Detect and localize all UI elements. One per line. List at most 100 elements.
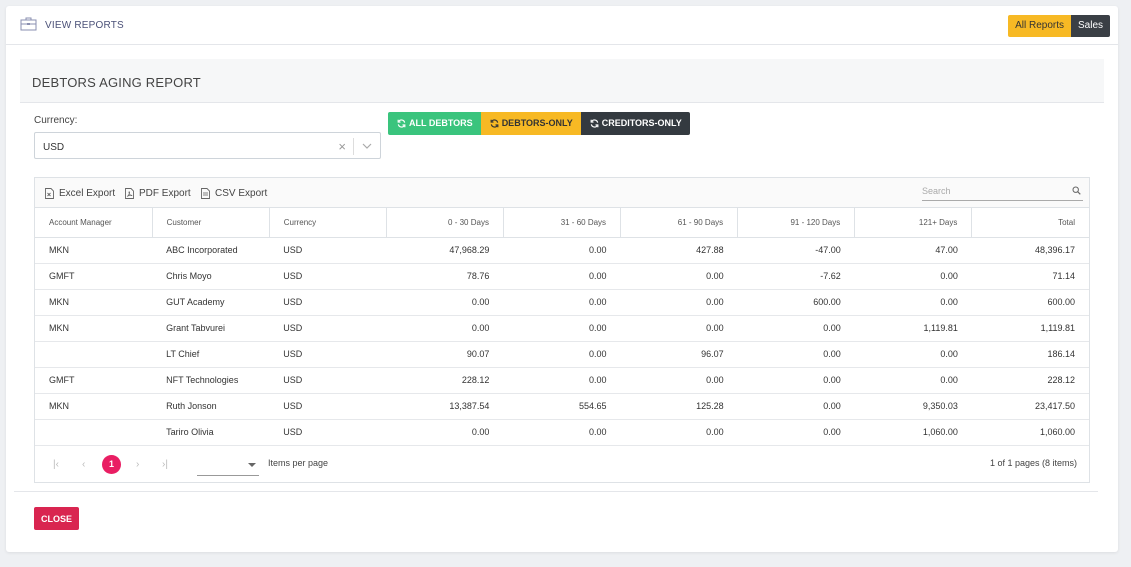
table-cell — [35, 341, 153, 368]
table-cell: 0.00 — [737, 419, 855, 446]
debtor-filter-group: ALL DEBTORS DEBTORS-ONLY CREDITORS-ONLY — [388, 112, 690, 135]
last-page-icon[interactable]: ›| — [162, 459, 168, 470]
table-cell: MKN — [35, 315, 153, 342]
table-cell: ABC Incorporated — [152, 237, 270, 264]
column-header[interactable]: 31 - 60 Days — [502, 208, 621, 238]
table-row[interactable]: MKN ABC Incorporated USD 47,968.29 0.00 427.8… — [35, 237, 1089, 264]
table-cell: 0.00 — [503, 289, 621, 316]
all-debtors-label: ALL DEBTORS — [409, 118, 473, 128]
search-input[interactable] — [922, 183, 1067, 199]
column-header[interactable]: Account Manager — [35, 208, 153, 238]
items-per-page-select[interactable] — [197, 456, 259, 476]
first-page-icon[interactable]: |‹ — [53, 459, 59, 470]
table-cell: 0.00 — [620, 419, 738, 446]
pager-info: 1 of 1 pages (8 items) — [989, 458, 1077, 468]
all-debtors-button[interactable]: ALL DEBTORS — [388, 112, 481, 135]
select-separator — [353, 138, 354, 155]
table-row[interactable]: MKN Grant Tabvurei USD 0.00 0.00 0.00 0.00 1,11… — [35, 315, 1089, 342]
table-cell: USD — [269, 237, 387, 264]
search-icon[interactable] — [1072, 186, 1081, 195]
table-row[interactable]: LT Chief USD 90.07 0.00 96.07 0.00 0.00 186.14 — [35, 341, 1089, 368]
table-cell: 71.14 — [971, 263, 1089, 290]
close-button[interactable]: CLOSE — [34, 507, 79, 530]
table-cell: 228.12 — [971, 367, 1089, 394]
column-header[interactable]: 121+ Days — [854, 208, 972, 238]
grid-search — [922, 183, 1083, 201]
excel-export-label: Excel Export — [59, 188, 116, 199]
tab-all-reports[interactable]: All Reports — [1008, 15, 1071, 37]
report-title: DEBTORS AGING REPORT — [32, 75, 201, 90]
table-cell: 13,387.54 — [386, 393, 504, 420]
table-cell: 1,060.00 — [854, 419, 972, 446]
table-cell — [35, 419, 153, 446]
table-cell: MKN — [35, 237, 153, 264]
table-cell: -47.00 — [737, 237, 855, 264]
table-cell: 0.00 — [503, 263, 621, 290]
table-cell: GMFT — [35, 263, 153, 290]
tab-sales[interactable]: Sales — [1070, 15, 1110, 37]
csv-file-icon — [201, 188, 210, 199]
column-header[interactable]: Currency — [268, 208, 387, 238]
table-cell: GMFT — [35, 367, 153, 394]
csv-export-label: CSV Export — [215, 188, 268, 199]
table-cell: 186.14 — [971, 341, 1089, 368]
table-cell: 0.00 — [620, 289, 738, 316]
table-cell: 0.00 — [503, 341, 621, 368]
table-cell: 600.00 — [971, 289, 1089, 316]
items-per-page-label: Items per page — [268, 458, 329, 468]
csv-export-button[interactable]: CSV Export — [201, 188, 267, 199]
current-page-button[interactable]: 1 — [102, 455, 121, 474]
table-cell: MKN — [35, 393, 153, 420]
table-cell: 0.00 — [854, 341, 972, 368]
table-row[interactable]: GMFT Chris Moyo USD 78.76 0.00 0.00 -7.62 0.00 7… — [35, 263, 1089, 290]
table-row[interactable]: MKN GUT Academy USD 0.00 0.00 0.00 600.00 0.00 6… — [35, 289, 1089, 316]
column-header[interactable]: 0 - 30 Days — [385, 208, 504, 238]
report-tabs: All Reports Sales — [1008, 15, 1110, 37]
table-cell: 0.00 — [386, 315, 504, 342]
table-cell: 0.00 — [620, 263, 738, 290]
table-cell: 90.07 — [386, 341, 504, 368]
next-page-icon[interactable]: › — [136, 459, 139, 470]
column-header[interactable]: Total — [971, 208, 1089, 238]
table-cell: Chris Moyo — [152, 263, 270, 290]
chevron-down-icon[interactable] — [362, 143, 372, 149]
top-bar: VIEW REPORTS All Reports Sales — [6, 6, 1118, 45]
pdf-export-button[interactable]: PDF Export — [125, 188, 191, 199]
table-cell: 96.07 — [620, 341, 738, 368]
column-header[interactable]: 61 - 90 Days — [620, 208, 738, 238]
table-cell: 0.00 — [620, 367, 738, 394]
prev-page-icon[interactable]: ‹ — [82, 459, 85, 470]
aging-grid: Excel Export PDF Export CSV Export Accou… — [34, 177, 1090, 483]
clear-icon[interactable]: × — [338, 139, 346, 154]
table-row[interactable]: MKN Ruth Jonson USD 13,387.54 554.65 125.28 0.… — [35, 393, 1089, 420]
table-row[interactable]: Tariro Olivia USD 0.00 0.00 0.00 0.00 1,060.00… — [35, 419, 1089, 446]
table-cell: 1,119.81 — [854, 315, 972, 342]
refresh-icon — [397, 119, 406, 128]
column-header[interactable]: 91 - 120 Days — [737, 208, 855, 238]
aging-table: Account Manager Customer Currency 0 - 30… — [35, 208, 1089, 446]
table-cell: 0.00 — [503, 419, 621, 446]
creditors-only-button[interactable]: CREDITORS-ONLY — [580, 112, 690, 135]
refresh-icon — [590, 119, 599, 128]
table-cell: 0.00 — [620, 315, 738, 342]
table-cell: 0.00 — [737, 341, 855, 368]
currency-select[interactable]: USD × — [34, 132, 381, 159]
table-cell: 0.00 — [737, 315, 855, 342]
table-cell: 0.00 — [854, 263, 972, 290]
table-cell: 78.76 — [386, 263, 504, 290]
debtors-only-button[interactable]: DEBTORS-ONLY — [480, 112, 581, 135]
table-cell: 47,968.29 — [386, 237, 504, 264]
table-cell: GUT Academy — [152, 289, 270, 316]
table-cell: 427.88 — [620, 237, 738, 264]
pdf-file-icon — [125, 188, 134, 199]
column-header[interactable]: Customer — [151, 208, 270, 238]
table-cell: 0.00 — [737, 367, 855, 394]
table-cell: USD — [269, 315, 387, 342]
table-cell: 125.28 — [620, 393, 738, 420]
table-cell: USD — [269, 393, 387, 420]
excel-export-button[interactable]: Excel Export — [45, 188, 115, 199]
table-row[interactable]: GMFT NFT Technologies USD 228.12 0.00 0.00 0.0… — [35, 367, 1089, 394]
briefcase-icon — [20, 17, 37, 31]
table-cell: 9,350.03 — [854, 393, 972, 420]
table-cell: 0.00 — [503, 237, 621, 264]
